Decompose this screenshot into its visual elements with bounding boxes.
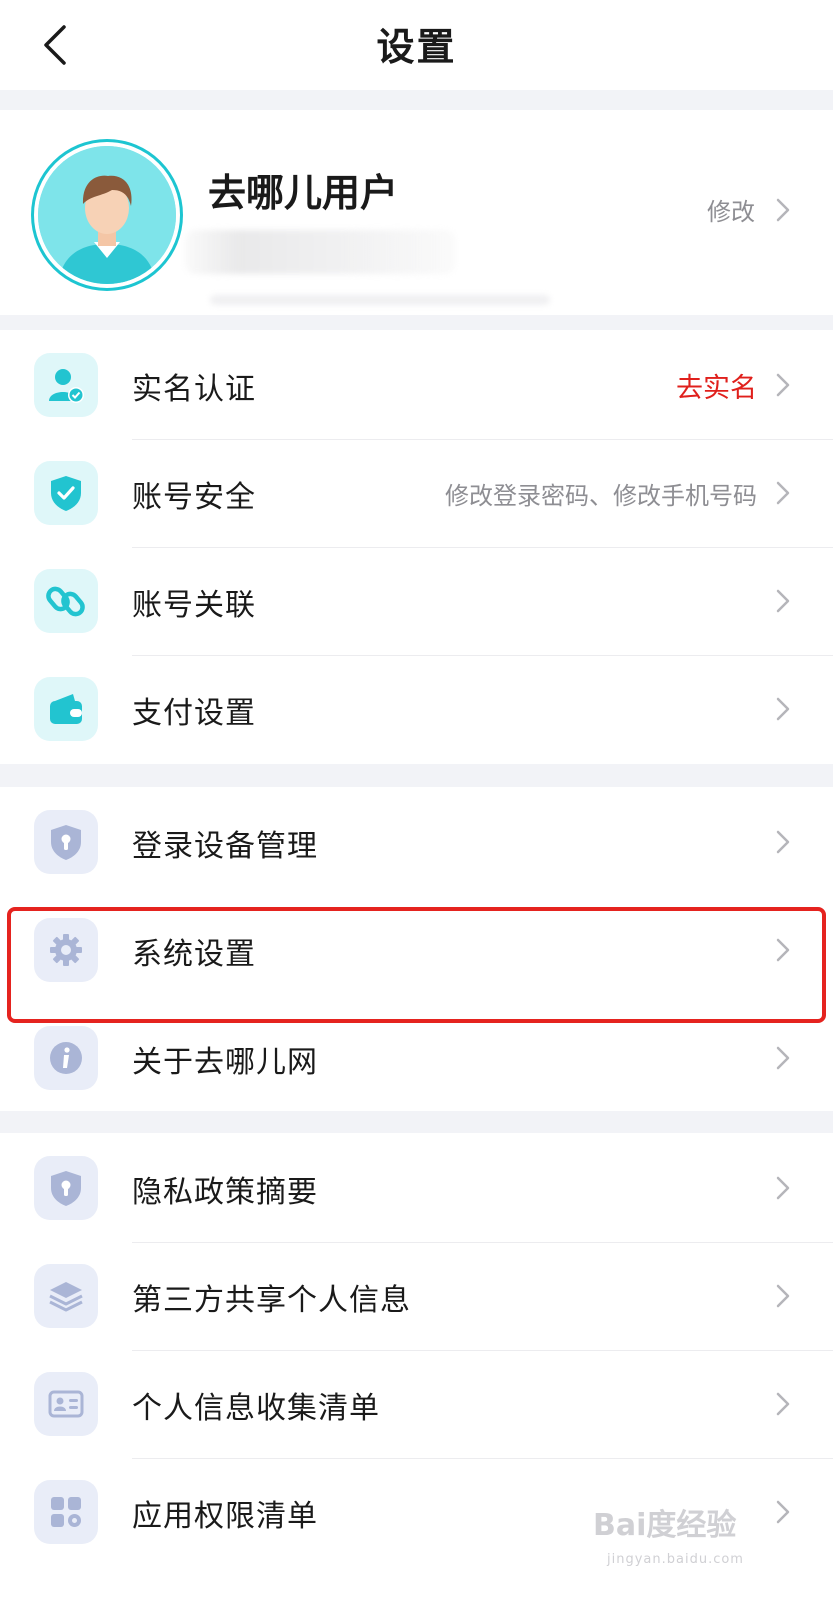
settings-item-account-security[interactable]: 账号安全 修改登录密码、修改手机号码 [0, 438, 833, 548]
item-value: 去实名 [676, 373, 757, 404]
avatar[interactable] [34, 142, 180, 288]
user-verified-icon [34, 353, 98, 417]
item-label: 应用权限清单 [132, 1499, 318, 1534]
chevron-right-icon [776, 1176, 790, 1200]
user-avatar-icon [38, 146, 176, 284]
layers-icon [34, 1264, 98, 1328]
info-icon [34, 1026, 98, 1090]
chevron-right-icon [776, 830, 790, 854]
top-nav-bar: 设置 [0, 0, 833, 90]
chevron-right-icon [776, 589, 790, 613]
item-value: 修改登录密码、修改手机号码 [445, 482, 757, 510]
edit-label: 修改 [707, 198, 755, 226]
edit-profile-link[interactable]: 修改 [707, 192, 793, 227]
lock-shield-icon [34, 1156, 98, 1220]
id-card-icon [34, 1372, 98, 1436]
chevron-right-icon [776, 198, 790, 221]
chevron-right-icon [776, 1500, 790, 1524]
settings-item-payment[interactable]: 支付设置 [0, 654, 833, 764]
item-label: 个人信息收集清单 [132, 1391, 380, 1426]
item-label: 登录设备管理 [132, 829, 318, 864]
settings-item-third-party-sharing[interactable]: 第三方共享个人信息 [0, 1241, 833, 1351]
settings-item-account-link[interactable]: 账号关联 [0, 546, 833, 656]
link-icon [34, 569, 98, 633]
item-label: 实名认证 [132, 372, 256, 407]
item-label: 隐私政策摘要 [132, 1175, 318, 1210]
watermark-text: Bai度经验 [593, 1508, 737, 1543]
highlight-annotation [7, 907, 826, 1023]
settings-item-real-name[interactable]: 实名认证 去实名 [0, 330, 833, 440]
page-title: 设置 [376, 25, 457, 69]
profile-card[interactable]: 去哪儿用户 修改 [0, 110, 833, 315]
settings-item-info-collection[interactable]: 个人信息收集清单 [0, 1349, 833, 1459]
item-label: 关于去哪儿网 [132, 1045, 318, 1080]
watermark-subtext: jingyan.baidu.com [607, 1552, 744, 1567]
username: 去哪儿用户 [208, 171, 399, 215]
settings-group-account: 实名认证 去实名 账号安全 修改登录密码、修改手机号码 账号关联 支付设置 [0, 330, 833, 764]
shield-check-icon [34, 461, 98, 525]
chevron-right-icon [776, 373, 790, 397]
apps-grid-icon [34, 1480, 98, 1544]
lock-shield-icon [34, 810, 98, 874]
chevron-right-icon [776, 1046, 790, 1070]
masked-info-secondary [210, 295, 550, 305]
settings-item-privacy-summary[interactable]: 隐私政策摘要 [0, 1133, 833, 1243]
wallet-icon [34, 677, 98, 741]
item-label: 第三方共享个人信息 [132, 1283, 411, 1318]
chevron-right-icon [776, 481, 790, 505]
item-label: 账号关联 [132, 588, 256, 623]
watermark: Bai度经验 jingyan.baidu.com [593, 1500, 773, 1584]
chevron-right-icon [776, 1392, 790, 1416]
item-label: 支付设置 [132, 696, 256, 731]
masked-info [185, 230, 455, 274]
chevron-right-icon [776, 697, 790, 721]
settings-item-device-management[interactable]: 登录设备管理 [0, 787, 833, 897]
item-label: 账号安全 [132, 480, 256, 515]
chevron-right-icon [776, 1284, 790, 1308]
